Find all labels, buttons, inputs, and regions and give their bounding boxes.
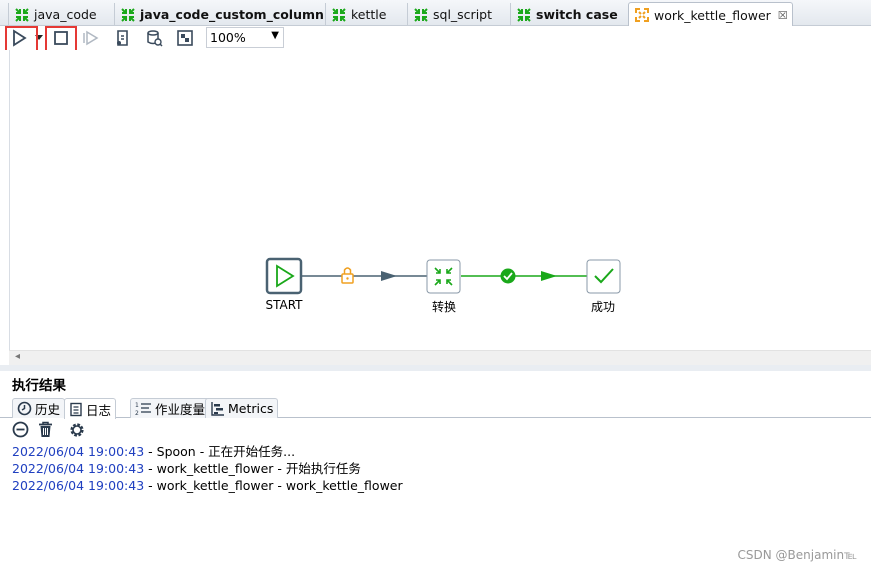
tab-java-code-custom-column[interactable]: java_code_custom_column	[114, 3, 324, 26]
tab-metrics[interactable]: Metrics	[205, 398, 279, 418]
replay-button[interactable]	[80, 27, 102, 49]
check-circle-icon	[500, 268, 516, 284]
results-tab-bar: 历史 日志 12 作业度量 Metrics	[0, 397, 871, 419]
node-label-transformation: 转换	[431, 300, 456, 314]
editor-tab-bar: java_code java_code_custom_column kettle…	[0, 0, 871, 27]
scroll-left-icon[interactable]: ◂	[15, 351, 20, 362]
tab-label: 作业度量	[155, 402, 206, 417]
tab-label: java_code_custom_column	[140, 7, 324, 22]
canvas-horizontal-scrollbar[interactable]: ◂	[9, 350, 871, 365]
settings-icon[interactable]	[68, 421, 86, 442]
tab-label: 日志	[86, 402, 112, 418]
log-message: - work_kettle_flower - 开始执行任务	[144, 461, 361, 476]
transformation-icon	[412, 6, 430, 24]
job-metrics-icon: 12	[135, 402, 151, 416]
transformation-node[interactable]	[426, 259, 461, 294]
transformation-icon	[119, 6, 137, 24]
explore-icon	[177, 30, 193, 46]
job-toolbar: 100% ▼	[0, 26, 871, 50]
log-timestamp: 2022/06/04 19:00:43	[12, 478, 145, 493]
tab-switch-case[interactable]: switch case	[510, 3, 618, 26]
svg-text:1: 1	[135, 402, 139, 409]
transformation-icon	[515, 6, 533, 24]
history-icon	[17, 401, 32, 416]
tab-sql-script[interactable]: sql_script	[407, 3, 492, 26]
clear-log-icon[interactable]	[12, 421, 29, 441]
verify-button[interactable]	[112, 27, 134, 49]
tab-label: work_kettle_flower	[654, 7, 771, 23]
chevron-down-icon: ▼	[271, 30, 279, 41]
log-icon	[70, 402, 82, 416]
transformation-icon	[13, 6, 31, 24]
log-line: 2022/06/04 19:00:43 - work_kettle_flower…	[12, 477, 871, 494]
sql-button[interactable]	[143, 27, 165, 49]
node-label-start: START	[265, 298, 303, 312]
zoom-value: 100%	[210, 30, 246, 45]
delete-icon[interactable]	[37, 421, 54, 441]
tab-label: java_code	[34, 7, 97, 22]
tab-java-code[interactable]: java_code	[8, 3, 97, 26]
sql-icon	[147, 30, 163, 47]
metrics-icon	[211, 402, 224, 416]
job-icon	[633, 6, 651, 24]
log-toolbar	[12, 421, 86, 441]
lock-icon	[341, 267, 354, 284]
close-tab-icon[interactable]: ☒	[778, 9, 788, 22]
log-line: 2022/06/04 19:00:43 - work_kettle_flower…	[12, 460, 871, 477]
tab-label: 历史	[35, 402, 61, 417]
hop-transformation-to-success[interactable]	[461, 271, 587, 281]
tab-work-kettle-flower[interactable]: work_kettle_flower ☒	[628, 2, 793, 27]
tab-history[interactable]: 历史	[12, 398, 66, 418]
success-node[interactable]	[586, 259, 621, 294]
log-timestamp: 2022/06/04 19:00:43	[12, 461, 145, 476]
log-message: - work_kettle_flower - work_kettle_flowe…	[144, 478, 403, 493]
tab-label: sql_script	[433, 7, 493, 22]
start-node[interactable]	[265, 257, 303, 295]
verify-icon	[117, 30, 128, 46]
transformation-icon	[330, 6, 348, 24]
replay-icon	[83, 30, 99, 46]
tab-job-metrics[interactable]: 12 作业度量	[130, 398, 211, 418]
zoom-select[interactable]: 100% ▼	[206, 27, 284, 48]
watermark: CSDN @Benjamin℡	[737, 548, 857, 562]
job-canvas[interactable]: START 转换 成功	[0, 50, 871, 350]
log-line: 2022/06/04 19:00:43 - Spoon - 正在开始任务...	[12, 443, 871, 460]
log-message: - Spoon - 正在开始任务...	[144, 444, 296, 459]
node-label-success: 成功	[590, 300, 615, 314]
tab-kettle[interactable]: kettle	[325, 3, 386, 26]
svg-text:2: 2	[135, 410, 139, 416]
explore-button[interactable]	[174, 27, 196, 49]
log-timestamp: 2022/06/04 19:00:43	[12, 444, 145, 459]
results-panel-title: 执行结果	[12, 378, 66, 394]
hop-start-to-transformation[interactable]	[301, 271, 427, 281]
results-splitter[interactable]	[0, 365, 871, 371]
tab-label: switch case	[536, 7, 618, 22]
tab-log[interactable]: 日志	[64, 398, 117, 419]
tab-label: kettle	[351, 7, 387, 22]
tab-label: Metrics	[228, 401, 274, 416]
left-panel-divider[interactable]	[9, 50, 10, 350]
